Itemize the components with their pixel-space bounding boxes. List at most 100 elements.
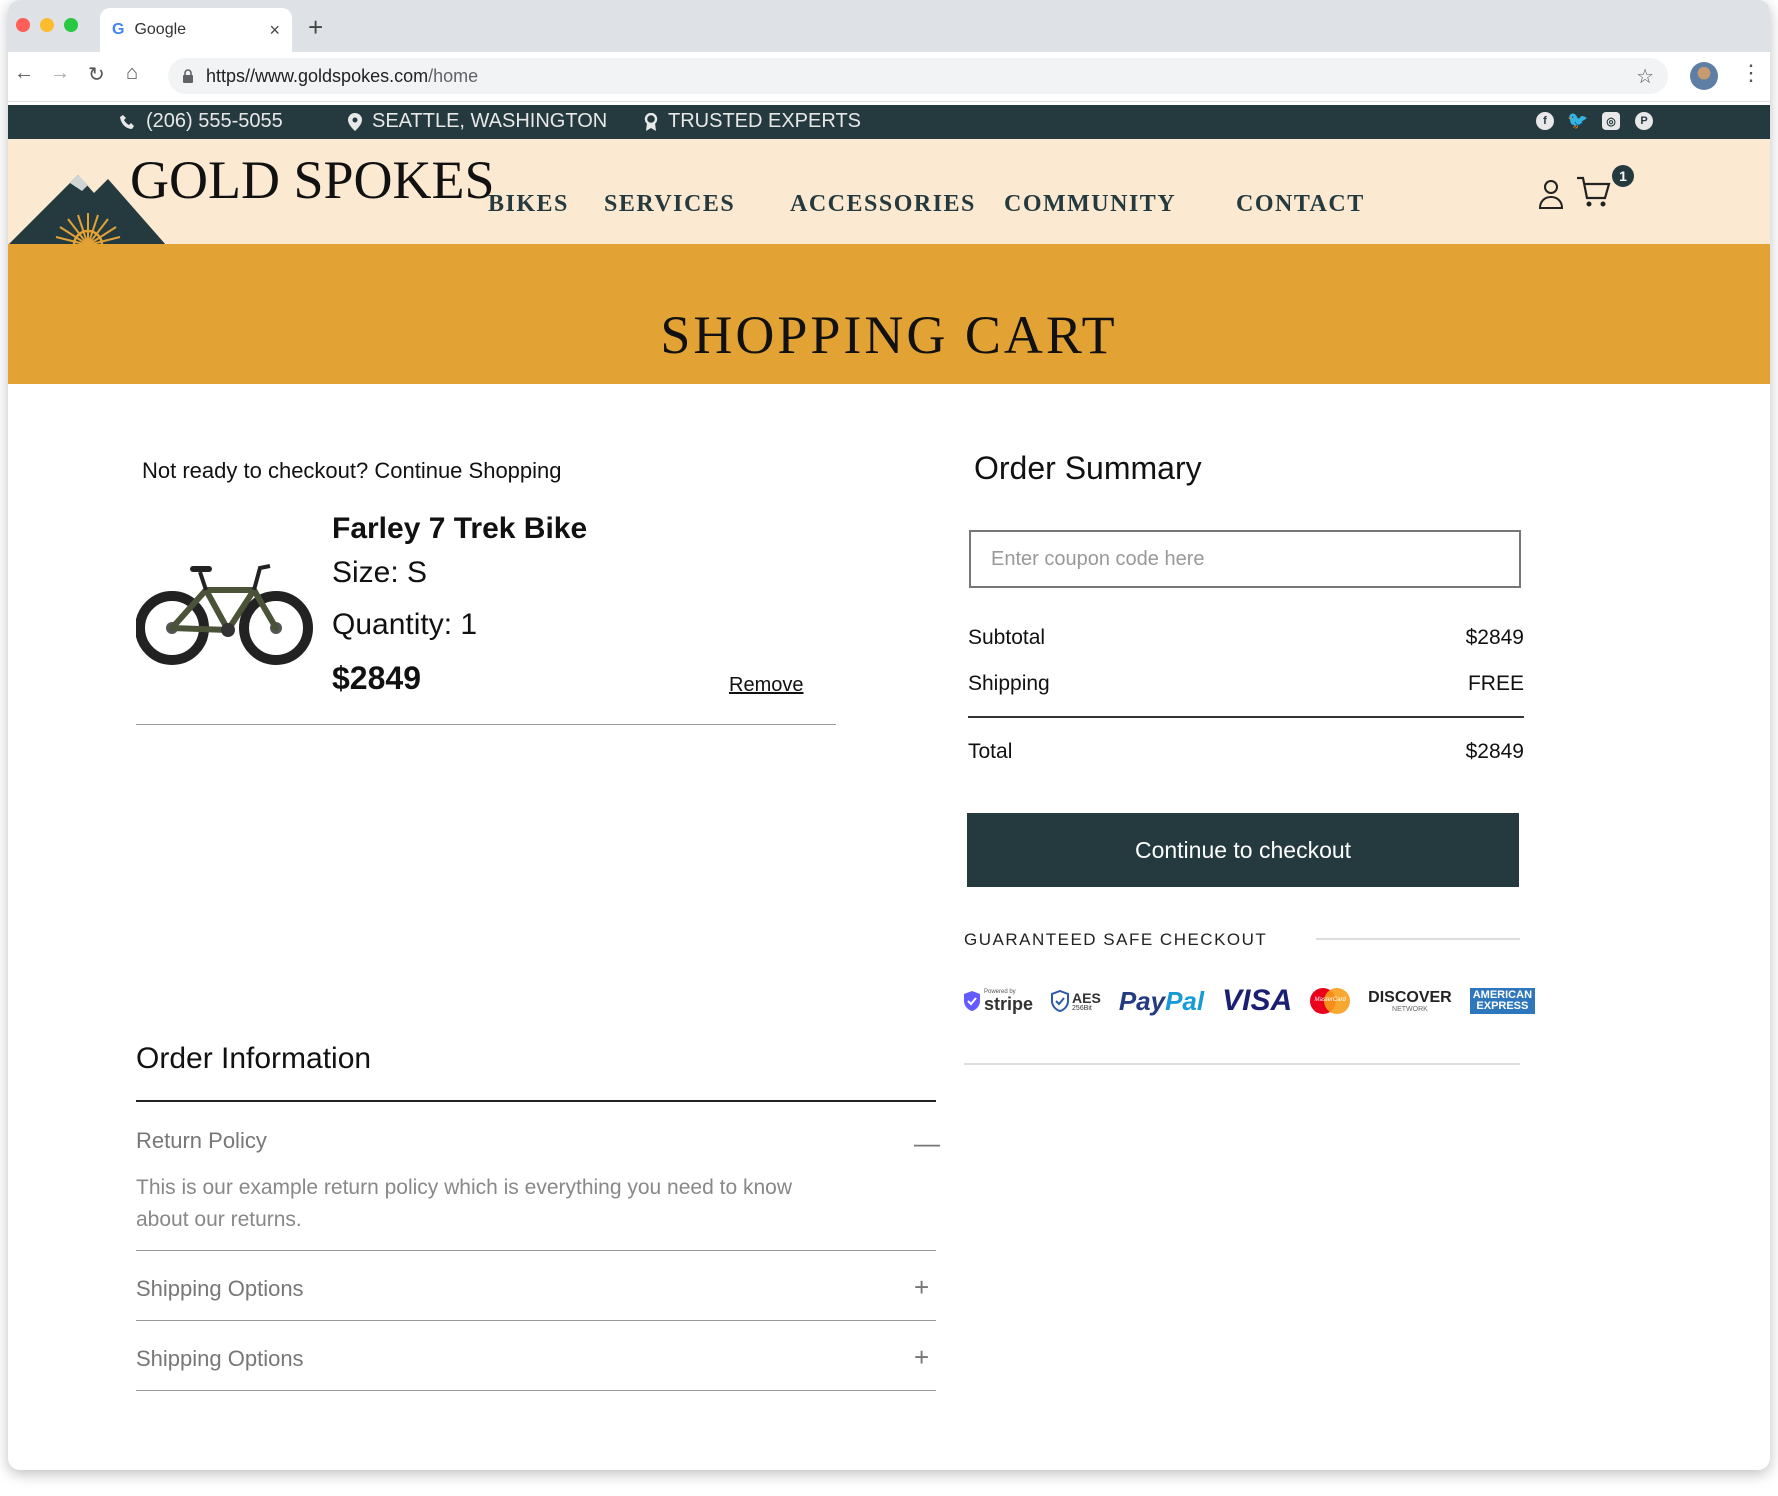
- total-value: $2849: [1465, 740, 1524, 763]
- accordion-shipping-options-title[interactable]: Shipping Options: [136, 1276, 304, 1302]
- continue-shopping-link[interactable]: Not ready to checkout? Continue Shopping: [142, 458, 562, 484]
- discover-network: NETWORK: [1392, 1005, 1428, 1013]
- safe-checkout-line: [1316, 938, 1520, 940]
- tab-title: Google: [134, 21, 187, 38]
- nav-community[interactable]: COMMUNITY: [1004, 191, 1176, 218]
- page-banner: SHOPPING CART: [8, 244, 1770, 384]
- profile-avatar[interactable]: [1690, 62, 1718, 90]
- location-info: SEATTLE, WASHINGTON: [348, 110, 607, 133]
- subtotal-row: Subtotal $2849: [968, 626, 1524, 650]
- safe-checkout-label: GUARANTEED SAFE CHECKOUT: [964, 930, 1268, 949]
- browser-tab[interactable]: G Google ×: [100, 8, 292, 52]
- cart-count-badge: 1: [1612, 165, 1634, 187]
- stripe-wordmark: stripe: [984, 994, 1034, 1014]
- forward-arrow-icon[interactable]: →: [50, 62, 70, 85]
- browser-toolbar: ← → ↻ ⌂ https//www.goldspokes.com/home ☆…: [8, 52, 1770, 102]
- shield-check-icon: [1051, 990, 1070, 1012]
- bookmark-star-icon[interactable]: ☆: [1636, 64, 1654, 89]
- cart-item-divider: [136, 724, 836, 725]
- visa-logo: VISA: [1222, 984, 1293, 1017]
- product-price: $2849: [332, 660, 421, 696]
- location-text: SEATTLE, WASHINGTON: [372, 110, 608, 132]
- paypal-logo: PayPal: [1119, 986, 1204, 1017]
- order-information-title: Order Information: [136, 1042, 372, 1075]
- coupon-code-input[interactable]: [969, 530, 1521, 588]
- url-path: /home: [428, 65, 479, 86]
- shopping-cart-icon[interactable]: [1576, 175, 1612, 209]
- aes-text: AES: [1072, 989, 1101, 1006]
- mastercard-logo: MasterCard: [1310, 988, 1351, 1014]
- aes-logo: AES 256Bit: [1051, 990, 1101, 1012]
- product-quantity: Quantity: 1: [332, 608, 478, 641]
- bike-product-image: [136, 564, 313, 665]
- total-label: Total: [968, 740, 1013, 763]
- paypal-pay: Pay: [1118, 985, 1166, 1016]
- facebook-icon[interactable]: f: [1536, 112, 1554, 130]
- page-title: SHOPPING CART: [660, 305, 1118, 365]
- map-pin-icon: [348, 112, 362, 131]
- back-arrow-icon[interactable]: ←: [14, 62, 34, 85]
- accordion-return-policy-title[interactable]: Return Policy: [136, 1128, 267, 1154]
- minimize-window-button[interactable]: [40, 18, 54, 32]
- twitter-icon[interactable]: 🐦: [1567, 111, 1588, 130]
- browser-menu-icon[interactable]: ⋮: [1740, 60, 1762, 86]
- mastercard-text: MasterCard: [1314, 997, 1346, 1003]
- accordion-divider: [136, 1390, 936, 1391]
- payment-logos: Powered by stripe AES 256Bit PayPal VISA…: [964, 984, 1536, 1018]
- site-top-bar: (206) 555-5055 SEATTLE, WASHINGTON TRUST…: [8, 105, 1770, 139]
- instagram-icon[interactable]: ◎: [1602, 112, 1620, 130]
- site-logo-text[interactable]: GOLD SPOKES: [130, 149, 495, 211]
- discover-text: DISCOVER: [1368, 988, 1452, 1006]
- close-window-button[interactable]: [16, 18, 30, 32]
- nav-services[interactable]: SERVICES: [604, 191, 735, 218]
- award-ribbon-icon: [644, 112, 658, 131]
- discover-logo: DISCOVER NETWORK: [1368, 988, 1452, 1013]
- pinterest-icon[interactable]: P: [1635, 112, 1653, 130]
- phone-icon: [120, 114, 134, 129]
- phone-info[interactable]: (206) 555-5055: [120, 110, 283, 133]
- order-info-divider: [136, 1100, 936, 1102]
- collapse-minus-icon[interactable]: —: [914, 1128, 940, 1159]
- stripe-logo: Powered by stripe: [964, 989, 1033, 1013]
- address-bar[interactable]: https//www.goldspokes.com/home ☆: [168, 58, 1668, 94]
- amex-express: EXPRESS: [1476, 1000, 1529, 1012]
- payment-divider: [964, 1063, 1520, 1065]
- lock-icon: [183, 69, 193, 83]
- expand-plus-icon[interactable]: +: [914, 1272, 929, 1303]
- shipping-row: Shipping FREE: [968, 672, 1524, 696]
- subtotal-label: Subtotal: [968, 626, 1046, 649]
- reload-icon[interactable]: ↻: [88, 62, 105, 87]
- paypal-pal: Pal: [1165, 985, 1205, 1016]
- site-header: GOLD SPOKES BIKES SERVICES ACCESSORIES C…: [8, 139, 1770, 245]
- continue-to-checkout-button[interactable]: Continue to checkout: [967, 813, 1519, 887]
- phone-number: (206) 555-5055: [146, 110, 283, 132]
- shield-icon: [964, 991, 980, 1011]
- product-size: Size: S: [332, 556, 428, 589]
- url-host: https//www.goldspokes.com: [206, 65, 429, 86]
- nav-contact[interactable]: CONTACT: [1236, 191, 1365, 218]
- trust-info: TRUSTED EXPERTS: [644, 110, 861, 133]
- return-policy-body: This is our example return policy which …: [136, 1176, 792, 1231]
- trust-text: TRUSTED EXPERTS: [668, 110, 861, 132]
- tab-strip: G Google × +: [8, 0, 1770, 52]
- subtotal-value: $2849: [1465, 626, 1524, 649]
- accordion-divider: [136, 1320, 936, 1321]
- accordion-shipping-options-title[interactable]: Shipping Options: [136, 1346, 304, 1372]
- aes-bits: 256Bit: [1072, 1004, 1092, 1012]
- product-name[interactable]: Farley 7 Trek Bike: [332, 512, 587, 546]
- home-icon[interactable]: ⌂: [126, 62, 138, 85]
- tab-close-icon[interactable]: ×: [269, 20, 280, 41]
- order-summary-title: Order Summary: [974, 450, 1202, 486]
- expand-plus-icon[interactable]: +: [914, 1342, 929, 1373]
- google-favicon-icon: G: [112, 21, 125, 38]
- nav-bikes[interactable]: BIKES: [488, 191, 569, 218]
- total-row: Total $2849: [968, 740, 1524, 764]
- user-account-icon[interactable]: [1538, 179, 1564, 209]
- maximize-window-button[interactable]: [64, 18, 78, 32]
- remove-item-link[interactable]: Remove: [729, 674, 803, 697]
- accordion-divider: [136, 1250, 936, 1251]
- new-tab-button[interactable]: +: [308, 12, 323, 43]
- amex-logo: AMERICAN EXPRESS: [1469, 988, 1536, 1014]
- browser-window: G Google × + ← → ↻ ⌂ https//www.goldspok…: [8, 0, 1770, 1470]
- nav-accessories[interactable]: ACCESSORIES: [790, 191, 976, 218]
